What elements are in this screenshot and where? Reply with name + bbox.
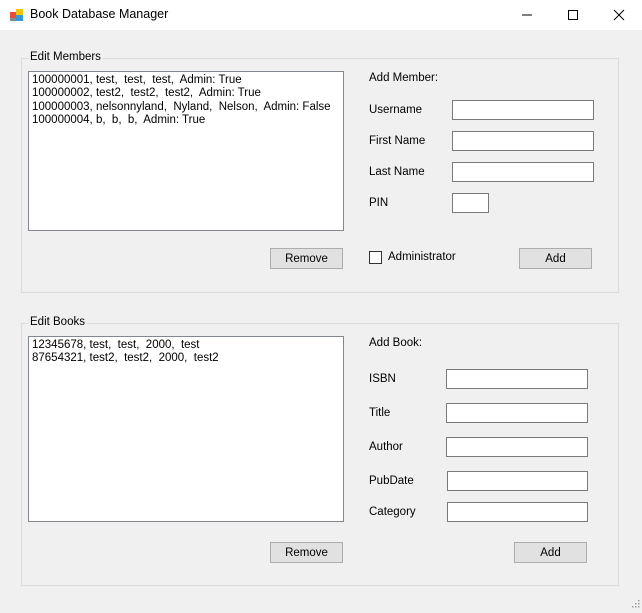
remove-member-button[interactable]: Remove [270,248,343,269]
isbn-field[interactable] [446,369,588,389]
members-listbox[interactable]: 100000001, test, test, test, Admin: True… [28,71,344,231]
add-book-header: Add Book: [369,337,423,349]
author-field[interactable] [446,437,588,457]
list-item[interactable]: 100000001, test, test, test, Admin: True [32,74,340,87]
lastname-label: Last Name [369,166,425,178]
add-book-button[interactable]: Add [514,542,587,563]
category-field[interactable] [447,502,588,522]
username-label: Username [369,104,423,116]
add-member-header: Add Member: [369,72,439,84]
app-icon [9,7,25,23]
maximize-icon [568,10,578,20]
edit-books-legend: Edit Books [28,316,87,328]
window-title: Book Database Manager [30,7,169,21]
isbn-label: ISBN [369,373,396,385]
title-label: Title [369,407,391,419]
minimize-icon [522,14,532,16]
title-bar: Book Database Manager [0,0,642,30]
books-listbox[interactable]: 12345678, test, test, 2000, test 8765432… [28,336,344,522]
author-label: Author [369,441,403,453]
remove-book-button[interactable]: Remove [270,542,343,563]
list-item[interactable]: 12345678, test, test, 2000, test [32,339,340,352]
firstname-label: First Name [369,135,426,147]
pubdate-field[interactable] [447,471,588,491]
list-item[interactable]: 100000002, test2, test2, test2, Admin: T… [32,87,340,100]
close-button[interactable] [596,0,642,30]
edit-members-legend: Edit Members [28,51,103,63]
lastname-field[interactable] [452,162,594,182]
resize-grip-icon[interactable] [630,597,640,611]
list-item[interactable]: 87654321, test2, test2, 2000, test2 [32,352,340,365]
pubdate-label: PubDate [369,475,414,487]
list-item[interactable]: 100000003, nelsonnyland, Nyland, Nelson,… [32,101,340,114]
administrator-label[interactable]: Administrator [388,251,456,263]
pin-label: PIN [369,197,389,209]
category-label: Category [369,506,416,518]
minimize-button[interactable] [504,0,550,30]
add-member-button[interactable]: Add [519,248,592,269]
list-item[interactable]: 100000004, b, b, b, Admin: True [32,114,340,127]
close-icon [613,9,625,21]
maximize-button[interactable] [550,0,596,30]
firstname-field[interactable] [452,131,594,151]
username-field[interactable] [452,100,594,120]
administrator-checkbox[interactable] [369,251,382,264]
title-field[interactable] [446,403,588,423]
pin-field[interactable] [452,193,489,213]
